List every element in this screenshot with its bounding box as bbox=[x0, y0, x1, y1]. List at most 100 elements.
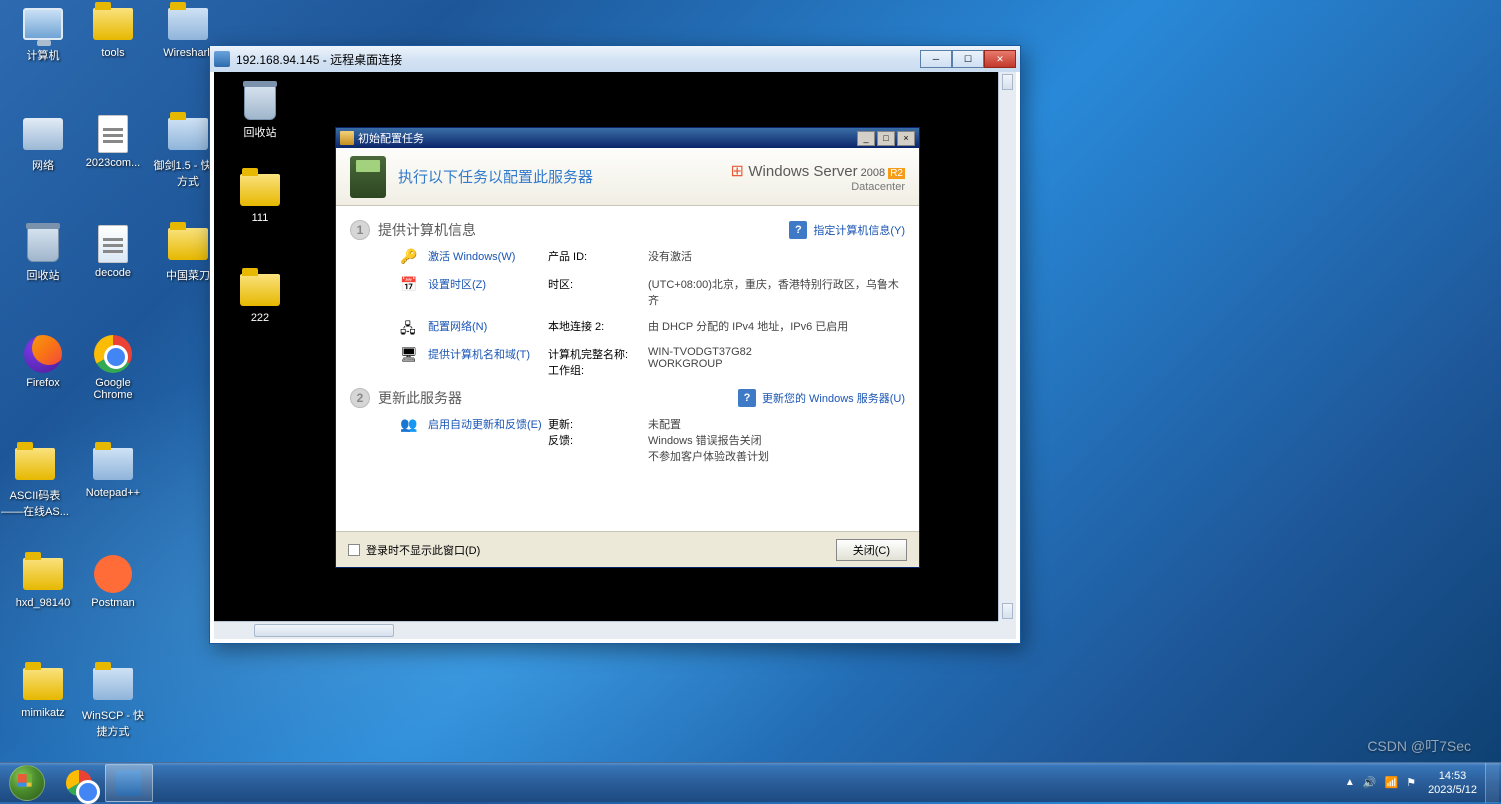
rdp-window[interactable]: 192.168.94.145 - 远程桌面连接 ─ ☐ ✕ 回收站 111 222 … bbox=[209, 45, 1021, 644]
row-icon: 📅 bbox=[400, 276, 422, 294]
icon-label: Firefox bbox=[7, 377, 79, 389]
config-link[interactable]: 设置时区(Z) bbox=[428, 276, 548, 292]
row-icon: 🖥 bbox=[400, 346, 422, 364]
folder-icon bbox=[165, 224, 211, 264]
help-icon: ? bbox=[789, 221, 807, 239]
folder-icon bbox=[20, 554, 66, 594]
config-row: 🖥提供计算机名和域(T)计算机完整名称: 工作组:WIN-TVODGT37G82… bbox=[400, 346, 905, 378]
ict-minimize-button[interactable]: _ bbox=[857, 131, 875, 146]
config-value: 由 DHCP 分配的 IPv4 地址，IPv6 已启用 bbox=[648, 318, 905, 334]
taskbar-item-chrome[interactable] bbox=[55, 764, 103, 802]
start-button[interactable] bbox=[0, 764, 54, 802]
rdp-icon bbox=[116, 770, 142, 796]
config-link[interactable]: 激活 Windows(W) bbox=[428, 248, 548, 264]
folder-icon bbox=[12, 444, 58, 484]
app-icon bbox=[90, 664, 136, 704]
ict-close-button[interactable]: × bbox=[897, 131, 915, 146]
rdp-titlebar[interactable]: 192.168.94.145 - 远程桌面连接 ─ ☐ ✕ bbox=[210, 46, 1020, 72]
icon-label: Postman bbox=[77, 597, 149, 609]
desktop: 计算机toolsWireshark网络2023com...御剑1.5 - 快捷方… bbox=[0, 0, 1501, 762]
icon-label: tools bbox=[77, 47, 149, 59]
config-value: 未配置 Windows 错误报告关闭 不参加客户体验改善计划 bbox=[648, 416, 905, 464]
desktop-icon[interactable]: Google Chrome bbox=[77, 334, 149, 401]
desktop-icon[interactable]: Postman bbox=[77, 554, 149, 609]
close-button[interactable]: 关闭(C) bbox=[836, 539, 907, 561]
desktop-icon[interactable]: 2023com... bbox=[77, 114, 149, 169]
desktop-icon[interactable]: Notepad++ bbox=[77, 444, 149, 499]
desktop-icon[interactable]: tools bbox=[77, 4, 149, 59]
taskbar-item-rdp[interactable] bbox=[105, 764, 153, 802]
ict-titlebar[interactable]: 初始配置任务 _ □ × bbox=[336, 128, 919, 148]
ict-maximize-button[interactable]: □ bbox=[877, 131, 895, 146]
rdp-app-icon bbox=[214, 51, 230, 67]
flag-icon[interactable]: ⚑ bbox=[1406, 776, 1416, 789]
network-icon[interactable]: 📶 bbox=[1384, 776, 1398, 789]
ict-app-icon bbox=[340, 131, 354, 145]
section-title: 更新此服务器 bbox=[378, 388, 738, 408]
minimize-button[interactable]: ─ bbox=[920, 50, 952, 68]
rdp-window-title: 192.168.94.145 - 远程桌面连接 bbox=[236, 51, 920, 68]
folder-icon bbox=[240, 272, 280, 308]
system-tray[interactable]: ▲ 🔊 📶 ⚑ 14:53 2023/5/12 bbox=[1341, 763, 1501, 803]
recycle-icon bbox=[240, 84, 280, 120]
scrollbar-thumb[interactable] bbox=[254, 624, 394, 637]
icon-label: 回收站 bbox=[7, 267, 79, 283]
icon-label: 回收站 bbox=[224, 124, 296, 140]
row-icon: 🔑 bbox=[400, 248, 422, 266]
clock[interactable]: 14:53 2023/5/12 bbox=[1428, 769, 1477, 797]
config-row: 📅 设置时区(Z)时区:(UTC+08:00)北京，重庆，香港特别行政区，乌鲁木齐 bbox=[400, 276, 905, 308]
dont-show-checkbox[interactable] bbox=[348, 544, 360, 556]
config-value: (UTC+08:00)北京，重庆，香港特别行政区，乌鲁木齐 bbox=[648, 276, 905, 308]
desktop-icon[interactable]: decode bbox=[77, 224, 149, 279]
remote-desktop-icon[interactable]: 回收站 bbox=[224, 84, 296, 140]
section-number: 1 bbox=[350, 220, 370, 240]
desktop-icon[interactable]: ASCII码表——在线AS... bbox=[0, 444, 71, 519]
tray-expand-icon[interactable]: ▲ bbox=[1345, 777, 1355, 788]
icon-label: ASCII码表——在线AS... bbox=[0, 487, 71, 519]
dont-show-label: 登录时不显示此窗口(D) bbox=[366, 542, 836, 558]
app-icon bbox=[165, 114, 211, 154]
folder-icon bbox=[240, 172, 280, 208]
initial-config-window[interactable]: 初始配置任务 _ □ × 执行以下任务以配置此服务器 ⊞ Windows Ser… bbox=[335, 127, 920, 568]
close-button[interactable]: ✕ bbox=[984, 50, 1016, 68]
recycle-icon bbox=[20, 224, 66, 264]
desktop-icon[interactable]: hxd_98140 bbox=[7, 554, 79, 609]
config-row: 👥启用自动更新和反馈(E)更新: 反馈:未配置 Windows 错误报告关闭 不… bbox=[400, 416, 905, 464]
ict-header: 执行以下任务以配置此服务器 ⊞ Windows Server 2008 R2 D… bbox=[336, 148, 919, 206]
remote-desktop-icon[interactable]: 222 bbox=[224, 272, 296, 324]
config-label: 产品 ID: bbox=[548, 248, 648, 264]
desktop-icon[interactable]: Firefox bbox=[7, 334, 79, 389]
desktop-icon[interactable]: WinSCP - 快捷方式 bbox=[77, 664, 149, 739]
icon-label: 计算机 bbox=[7, 47, 79, 63]
desktop-icon[interactable]: 回收站 bbox=[7, 224, 79, 283]
desktop-icon[interactable]: mimikatz bbox=[7, 664, 79, 719]
config-link[interactable]: 配置网络(N) bbox=[428, 318, 548, 334]
remote-desktop-area[interactable]: 回收站 111 222 初始配置任务 _ □ × 执行以下任务以配置此服务器 bbox=[214, 72, 998, 621]
remote-desktop-icon[interactable]: 111 bbox=[224, 172, 296, 224]
volume-icon[interactable]: 🔊 bbox=[1363, 776, 1377, 789]
config-link[interactable]: 提供计算机名和域(T) bbox=[428, 346, 548, 362]
desktop-icon[interactable]: 网络 bbox=[7, 114, 79, 173]
config-value: 没有激活 bbox=[648, 248, 905, 264]
icon-label: Google Chrome bbox=[77, 377, 149, 401]
ict-content: 1 提供计算机信息 ? 指定计算机信息(Y) 🔑激活 Windows(W)产品 … bbox=[336, 206, 919, 531]
desktop-icon[interactable]: 计算机 bbox=[7, 4, 79, 63]
config-label: 时区: bbox=[548, 276, 648, 292]
config-link[interactable]: 启用自动更新和反馈(E) bbox=[428, 416, 548, 432]
config-value: WIN-TVODGT37G82 WORKGROUP bbox=[648, 346, 905, 370]
scrollbar-horizontal[interactable] bbox=[214, 621, 998, 639]
icon-label: decode bbox=[77, 267, 149, 279]
scrollbar-vertical[interactable] bbox=[998, 72, 1016, 621]
watermark-text: CSDN @叮7Sec bbox=[1367, 736, 1471, 756]
show-desktop-button[interactable] bbox=[1485, 763, 1499, 803]
icon-label: Notepad++ bbox=[77, 487, 149, 499]
maximize-button[interactable]: ☐ bbox=[952, 50, 984, 68]
help-link-update-server[interactable]: ? 更新您的 Windows 服务器(U) bbox=[738, 389, 905, 407]
help-link-computer-info[interactable]: ? 指定计算机信息(Y) bbox=[789, 221, 905, 239]
taskbar[interactable]: ▲ 🔊 📶 ⚑ 14:53 2023/5/12 bbox=[0, 762, 1501, 802]
firefox-icon bbox=[20, 334, 66, 374]
icon-label: 网络 bbox=[7, 157, 79, 173]
ict-window-title: 初始配置任务 bbox=[358, 130, 424, 146]
icon-label: 2023com... bbox=[77, 157, 149, 169]
ict-header-text: 执行以下任务以配置此服务器 bbox=[398, 166, 731, 187]
